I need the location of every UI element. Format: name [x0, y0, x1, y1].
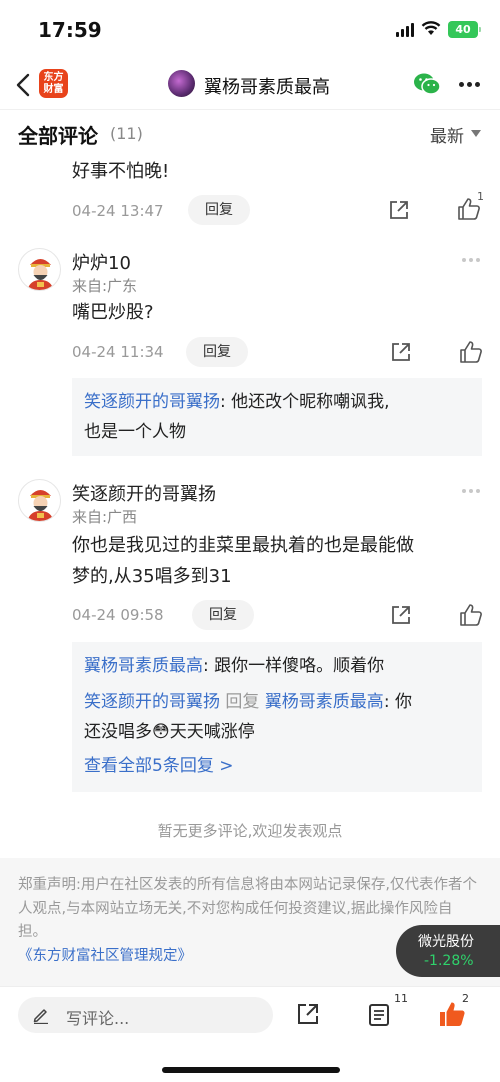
reply-text: 他还改个昵称嘲讽我,: [225, 392, 390, 412]
more-options-icon[interactable]: [459, 82, 481, 88]
like-total-count: 2: [462, 992, 469, 1005]
reply-author[interactable]: 笑逐颜开的哥翼扬: [84, 392, 220, 412]
fortune-god-avatar-icon: [27, 490, 54, 521]
comment-list-icon[interactable]: [368, 1003, 390, 1027]
brand-logo: 东方 财富: [39, 69, 68, 98]
reply-author[interactable]: 笑逐颜开的哥翼扬: [84, 692, 220, 712]
view-all-replies-link[interactable]: 查看全部5条回复 >: [84, 751, 474, 781]
reply-button[interactable]: 回复: [192, 600, 254, 630]
brand-line2: 财富: [43, 84, 64, 95]
comment-more-icon[interactable]: [462, 258, 482, 262]
stock-badge[interactable]: 微光股份 -1.28%: [396, 925, 500, 977]
reply-line: 还没唱多😳天天喊涨停: [84, 717, 474, 747]
comment-input[interactable]: 写评论...: [18, 997, 273, 1033]
wifi-icon: [421, 21, 441, 35]
sort-button[interactable]: 最新: [430, 122, 464, 147]
author-avatar[interactable]: [168, 70, 195, 97]
community-rules-link[interactable]: 《东方财富社区管理规定》: [18, 948, 192, 964]
pen-icon: [33, 1009, 48, 1024]
brand-line1: 东方: [43, 72, 64, 83]
reply-target[interactable]: 翼杨哥素质最高: [265, 692, 384, 712]
like-count: 1: [477, 190, 484, 203]
comments-title: 全部评论: [18, 124, 98, 148]
commenter-name[interactable]: 笑逐颜开的哥翼扬: [72, 480, 216, 506]
back-icon[interactable]: [12, 72, 36, 98]
comments-count: (11): [110, 124, 143, 143]
commenter-name[interactable]: 炉炉10: [72, 249, 131, 275]
share-icon[interactable]: [390, 341, 412, 363]
bottom-bar: 写评论... 11 2: [0, 986, 500, 1082]
reply-text: 也是一个人物: [84, 422, 186, 442]
commenter-location: 来自:广东: [72, 277, 138, 295]
thumbs-up-icon[interactable]: [459, 603, 483, 627]
stock-change: -1.28%: [424, 953, 474, 969]
reply-button[interactable]: 回复: [188, 195, 250, 225]
reply-preview[interactable]: 笑逐颜开的哥翼扬: 他还改个昵称嘲讽我, 也是一个人物: [72, 378, 482, 456]
reply-text: 你: [389, 692, 412, 712]
reply-button[interactable]: 回复: [186, 337, 248, 367]
share-icon[interactable]: [296, 1002, 320, 1026]
status-time: 17:59: [38, 18, 102, 42]
comment-text: 你也是我见过的韭菜里最执着的也是最能做: [72, 535, 414, 556]
stock-name: 微光股份: [418, 934, 474, 950]
battery-icon: 40: [448, 21, 481, 38]
comment-more-icon[interactable]: [462, 489, 482, 493]
avatar[interactable]: [18, 479, 61, 522]
no-more-comments: 暂无更多评论,欢迎发表观点: [157, 822, 343, 840]
comments-header: 全部评论 (11) 最新: [0, 110, 500, 156]
reply-preview[interactable]: 翼杨哥素质最高: 跟你一样傻咯。顺着你 笑逐颜开的哥翼扬 回复 翼杨哥素质最高:…: [72, 642, 482, 792]
thumbs-up-icon[interactable]: [459, 340, 483, 364]
commenter-location: 来自:广西: [72, 508, 138, 526]
comment-text: 嘴巴炒股?: [72, 302, 154, 323]
page-title[interactable]: 翼杨哥素质最高: [204, 73, 330, 99]
home-indicator: [162, 1067, 340, 1073]
share-icon[interactable]: [388, 199, 410, 221]
reply-text: 还没唱多: [84, 722, 152, 742]
comment-text: 好事不怕晚!: [72, 161, 170, 182]
caret-down-icon[interactable]: [471, 130, 481, 137]
wechat-share-icon[interactable]: [413, 72, 441, 96]
reply-word: 回复: [220, 692, 265, 712]
signal-icon: [396, 23, 416, 37]
comment-placeholder: 写评论...: [66, 1009, 130, 1028]
comment-date: 04-24 13:47: [72, 202, 164, 220]
nav-bar: 东方 财富 翼杨哥素质最高: [0, 60, 500, 110]
comment-date: 04-24 11:34: [72, 343, 164, 361]
comment-date: 04-24 09:58: [72, 606, 164, 624]
reply-line: 笑逐颜开的哥翼扬: 他还改个昵称嘲讽我,: [84, 387, 474, 417]
share-icon[interactable]: [390, 604, 412, 626]
reply-text: 跟你一样傻咯。顺着你: [208, 656, 385, 676]
comment-total-count: 11: [394, 992, 408, 1005]
reply-author[interactable]: 翼杨哥素质最高: [84, 656, 203, 676]
reply-text: 天天喊涨停: [169, 722, 255, 742]
fortune-god-avatar-icon: [27, 259, 54, 290]
reply-line: 翼杨哥素质最高: 跟你一样傻咯。顺着你: [84, 651, 474, 681]
reply-line: 笑逐颜开的哥翼扬 回复 翼杨哥素质最高: 你: [84, 687, 474, 717]
avatar[interactable]: [18, 248, 61, 291]
comment-text: 梦的,从35唱多到31: [72, 566, 232, 587]
status-bar: 17:59 40: [0, 0, 500, 60]
flushed-emoji-icon: 😳: [152, 722, 170, 742]
